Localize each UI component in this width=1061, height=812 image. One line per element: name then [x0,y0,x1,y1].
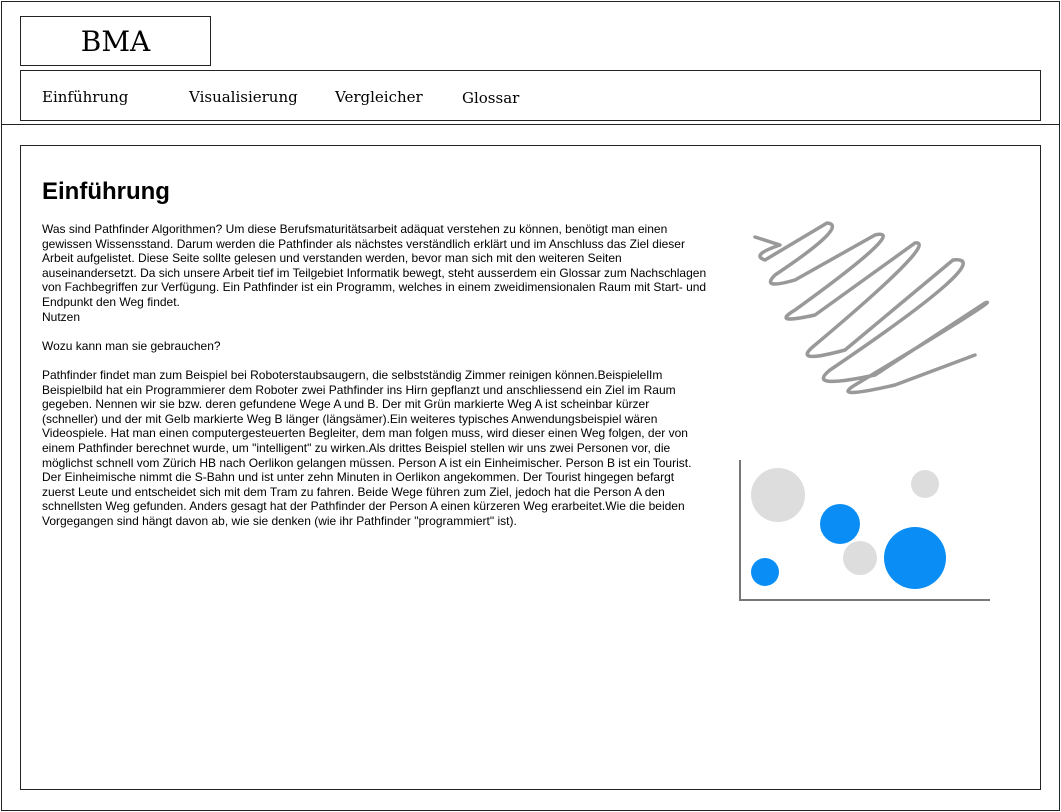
section-heading: Nutzen [42,309,81,324]
nav-item-vergleicher[interactable]: Vergleicher [335,88,423,106]
bubble-chart-placeholder-icon [739,460,990,601]
logo-text: BMA [80,24,151,58]
logo[interactable]: BMA [20,16,211,66]
nav-item-glossar[interactable]: Glossar [462,89,519,107]
scribble-image-placeholder-icon [753,221,989,395]
question-text: Wozu kann man sie gebrauchen? [42,338,221,353]
nav-item-einfuehrung[interactable]: Einführung [42,88,128,106]
content-text: Was sind Pathfinder Algorithmen? Um dies… [42,222,707,528]
main-navigation: Einführung Visualisierung Vergleicher Gl… [20,70,1041,121]
body-paragraph: Pathfinder findet man zum Beispiel bei R… [42,367,692,528]
nav-item-visualisierung[interactable]: Visualisierung [189,88,298,106]
page-title: Einführung [42,178,170,205]
intro-paragraph: Was sind Pathfinder Algorithmen? Um dies… [42,222,707,309]
